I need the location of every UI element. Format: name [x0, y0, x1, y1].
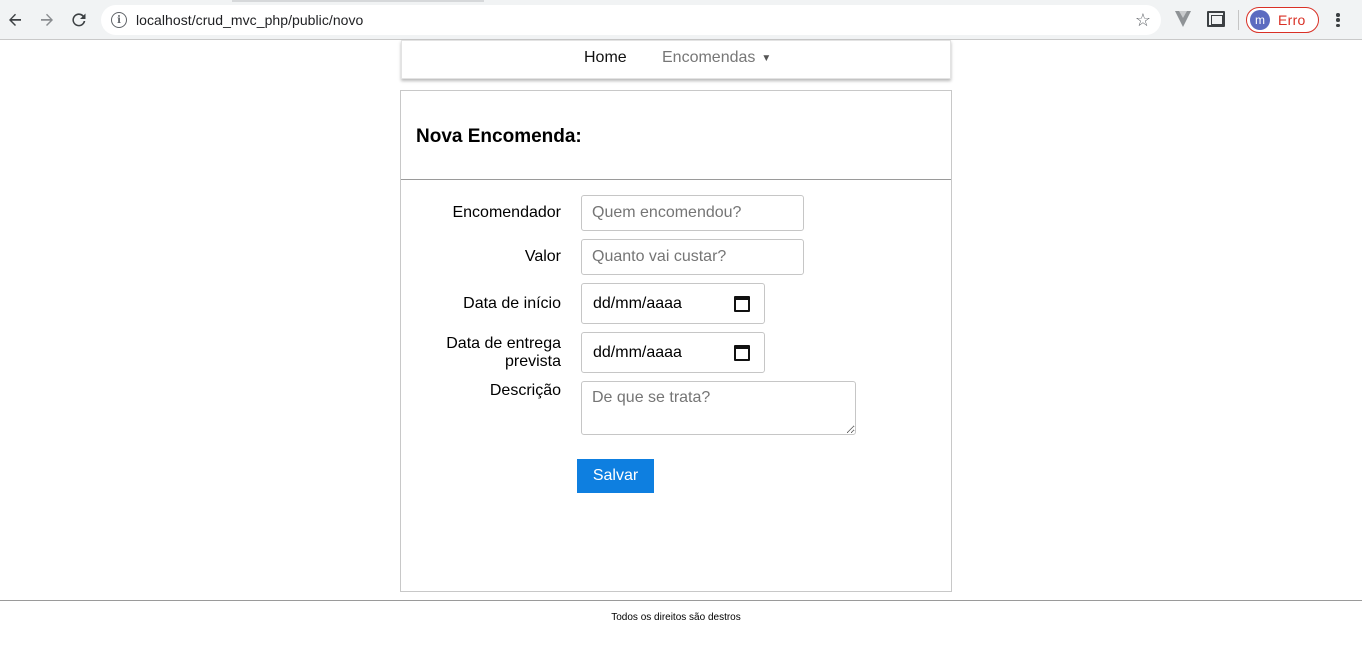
- browser-toolbar: i localhost/crud_mvc_php/public/novo ☆ m…: [0, 0, 1362, 40]
- valor-input[interactable]: [581, 239, 804, 275]
- profile-button[interactable]: m Erro: [1246, 7, 1319, 33]
- toolbar-divider: [1238, 10, 1239, 30]
- new-order-card: Nova Encomenda: Encomendador Valor Data …: [400, 90, 952, 592]
- data-entrega-value: dd/mm/aaaa: [593, 343, 682, 361]
- forward-button[interactable]: [35, 8, 59, 32]
- data-inicio-label: Data de início: [463, 295, 561, 312]
- vuejs-extension-icon[interactable]: [1175, 10, 1191, 28]
- calendar-icon[interactable]: [734, 345, 750, 361]
- site-navbar: Home Encomendas ▼: [401, 40, 951, 79]
- footer-copyright: Todos os direitos são destros: [611, 612, 741, 623]
- descricao-label: Descrição: [489, 382, 561, 399]
- star-icon[interactable]: ☆: [1135, 10, 1151, 31]
- data-entrega-label: Data de entrega prevista: [446, 335, 561, 371]
- data-entrega-input[interactable]: dd/mm/aaaa: [581, 332, 765, 373]
- calendar-icon[interactable]: [734, 296, 750, 312]
- descricao-textarea[interactable]: [581, 381, 856, 435]
- encomendador-label: Encomendador: [452, 204, 561, 221]
- valor-label: Valor: [524, 248, 561, 265]
- data-entrega-label-line2: prevista: [504, 353, 561, 370]
- url-text[interactable]: localhost/crud_mvc_php/public/novo: [136, 12, 363, 28]
- caret-down-icon: ▼: [761, 53, 772, 64]
- address-bar[interactable]: i localhost/crud_mvc_php/public/novo ☆: [101, 5, 1161, 35]
- salvar-button[interactable]: Salvar: [577, 459, 654, 493]
- data-inicio-input[interactable]: dd/mm/aaaa: [581, 283, 765, 324]
- encomendador-input[interactable]: [581, 195, 804, 231]
- info-icon[interactable]: i: [111, 12, 127, 28]
- footer-divider: [0, 600, 1362, 601]
- page-title: Nova Encomenda:: [416, 126, 582, 147]
- arrow-right-icon: [41, 13, 53, 26]
- profile-error-label: Erro: [1278, 12, 1306, 28]
- data-inicio-value: dd/mm/aaaa: [593, 294, 682, 312]
- arrow-left-icon: [9, 13, 21, 26]
- avatar: m: [1250, 10, 1270, 30]
- screenshot-extension-icon[interactable]: [1207, 11, 1225, 27]
- kebab-menu-icon[interactable]: [1330, 10, 1346, 30]
- reload-button[interactable]: [67, 8, 91, 32]
- active-tab-edge: [232, 0, 484, 2]
- data-entrega-label-line1: Data de entrega: [446, 335, 561, 352]
- nav-encomendas-dropdown[interactable]: Encomendas ▼: [662, 49, 771, 67]
- reload-icon: [72, 13, 86, 27]
- back-button[interactable]: [3, 8, 27, 32]
- nav-encomendas-label: Encomendas: [662, 49, 756, 66]
- nav-home-link[interactable]: Home: [584, 49, 627, 67]
- title-divider: [401, 179, 951, 180]
